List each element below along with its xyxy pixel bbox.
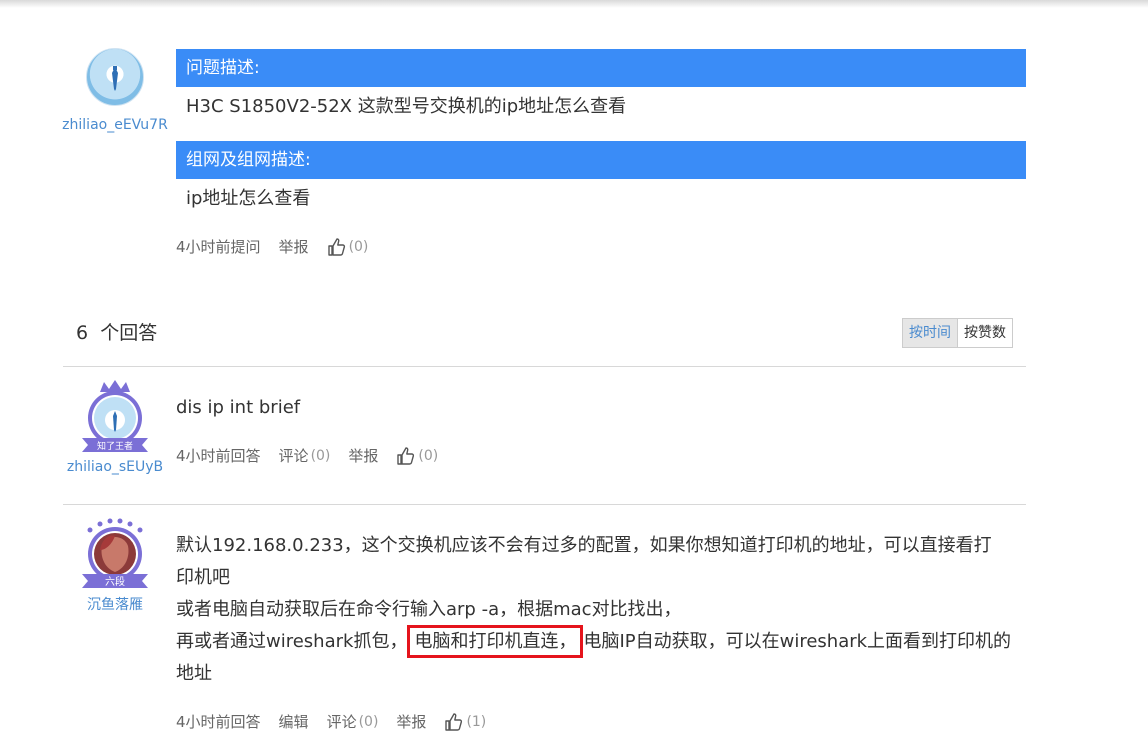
answer2-line1: 默认192.168.0.233，这个交换机应该不会有过多的配置，如果你想知道打印… [176, 535, 992, 556]
question-like-button[interactable]: (0) [327, 237, 369, 257]
network-description-text: ip地址怎么查看 [186, 188, 311, 209]
answer2-badge-label: 六段 [105, 575, 125, 588]
answer1-comment-count: (0) [310, 447, 331, 464]
question-like-count: (0) [348, 238, 369, 255]
answer2-author-name[interactable]: 沉鱼落雁 [60, 596, 170, 614]
king-badge-avatar-icon: 知了王者 [82, 380, 148, 452]
answer2-line4: 再或者通过wireshark抓包， 电脑和打印机直连， 电脑IP自动获取，可以在wi… [176, 625, 1012, 658]
question-author-avatar[interactable] [86, 48, 144, 106]
answer2-edit-link[interactable]: 编辑 [279, 711, 309, 732]
answer1-text: dis ip int brief [176, 397, 301, 418]
answer2-like-count: (1) [466, 713, 487, 730]
question-time: 4小时前提问 [176, 238, 261, 256]
answers-count-title: 6 个回答 [76, 318, 157, 345]
answer2-comment-link[interactable]: 评论 (0) [327, 711, 379, 732]
answer1-report-link[interactable]: 举报 [348, 445, 378, 466]
answers-count: 6 [76, 322, 89, 344]
network-description-header: 组网及组网描述: [176, 141, 1026, 179]
question-report-link[interactable]: 举报 [279, 236, 309, 257]
answer1-comment-label: 评论 [278, 447, 309, 465]
answer-divider [63, 504, 1026, 505]
answer2-report-link[interactable]: 举报 [396, 711, 426, 732]
answer1-time: 4小时前回答 [176, 447, 261, 465]
answer2-line4-after: 电脑IP自动获取，可以在wireshark上面看到打印机的 [583, 631, 1012, 652]
answer2-body: 默认192.168.0.233，这个交换机应该不会有过多的配置，如果你想知道打印… [176, 530, 1011, 690]
answer2-line2: 印机吧 [176, 567, 230, 588]
answer2-line3: 或者电脑自动获取后在命令行输入arp -a，根据mac对比找出， [176, 599, 682, 620]
avatar-bear-icon [112, 66, 118, 91]
thumbs-up-icon [445, 712, 463, 731]
answers-count-label: 个回答 [100, 322, 158, 344]
answer2-time: 4小时前回答 [176, 713, 261, 731]
rank-badge-avatar-icon: 六段 [82, 518, 148, 588]
answer2-line5: 地址 [176, 663, 212, 684]
question-description-header: 问题描述: [176, 49, 1026, 87]
answer2-author-avatar[interactable]: 六段 [76, 516, 154, 594]
thumbs-up-icon [327, 237, 345, 256]
question-description-text: H3C S1850V2-52X 这款型号交换机的ip地址怎么查看 [186, 96, 627, 117]
answer1-author-name[interactable]: zhiliao_sEUyB [60, 458, 170, 476]
answer2-like-button[interactable]: (1) [444, 712, 486, 732]
answer1-like-count: (0) [418, 447, 439, 464]
thumbs-up-icon [397, 446, 415, 465]
top-shadow [0, 0, 1148, 8]
answer1-author-avatar[interactable]: 知了王者 [78, 378, 152, 456]
answer2-line4-before: 再或者通过wireshark抓包， [176, 631, 408, 652]
question-meta: 4小时前提问 举报 (0) [176, 236, 386, 257]
answer1-meta: 4小时前回答 评论 (0) 举报 (0) [176, 445, 456, 466]
answer2-highlighted-phrase: 电脑和打印机直连， [407, 625, 584, 658]
answers-divider [63, 366, 1026, 367]
sort-by-time-button[interactable]: 按时间 [903, 319, 958, 347]
answer1-like-button[interactable]: (0) [396, 446, 438, 466]
answer2-comment-label: 评论 [326, 713, 357, 731]
sort-by-likes-button[interactable]: 按赞数 [958, 319, 1012, 347]
question-author-name[interactable]: zhiliao_eEVu7R [60, 116, 170, 134]
answer1-comment-link[interactable]: 评论 (0) [279, 445, 331, 466]
sort-toggle: 按时间 按赞数 [902, 318, 1013, 348]
answer2-comment-count: (0) [358, 713, 379, 730]
answer2-meta: 4小时前回答 编辑 评论 (0) 举报 (1) [176, 711, 504, 732]
answer1-badge-label: 知了王者 [97, 440, 133, 452]
